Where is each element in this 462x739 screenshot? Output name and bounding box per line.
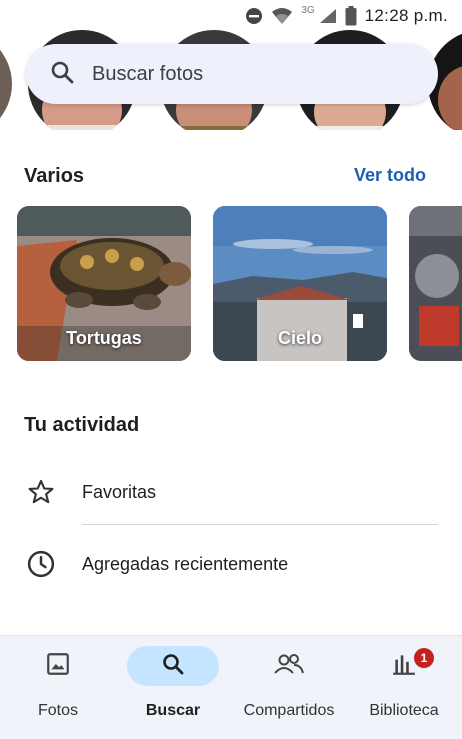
search-icon [161,652,185,681]
nav-pill-active [127,646,219,686]
section-title-activity: Tu actividad [24,414,140,436]
nav-pill [243,646,335,686]
clock-icon [26,549,56,579]
section-title-varios: Varios [24,165,85,187]
nav-item-fotos[interactable]: Fotos [12,636,104,739]
activity-item-label: Agregadas recientemente [82,553,289,574]
engine-image [409,206,462,361]
category-card-label: Cielo [277,328,322,348]
category-card-label: Tortugas [66,328,142,348]
category-card-tortugas[interactable]: Tortugas [17,206,191,361]
people-icon [273,651,305,682]
divider [82,524,438,525]
nav-pill [358,646,450,686]
nav-label: Fotos [37,702,78,719]
nav-pill [12,646,104,686]
search-icon [50,60,74,89]
notification-badge: 1 [414,648,434,668]
category-cards: Tortugas Cielo [17,206,462,362]
nav-item-biblioteca[interactable]: 1 Biblioteca [358,636,450,739]
nav-label: Biblioteca [369,702,439,719]
star-icon [26,477,56,507]
category-card-third[interactable] [409,206,462,361]
activity-item-favoritas[interactable]: Favoritas [0,462,462,522]
activity-item-recent[interactable]: Agregadas recientemente [0,534,462,594]
see-all-link[interactable]: Ver todo [354,165,426,186]
nav-label: Buscar [145,702,201,719]
category-card-cielo[interactable]: Cielo [213,206,387,361]
person-thumbnail[interactable] [0,30,12,130]
bottom-navigation: Fotos Buscar Compartidos 1 Biblioteca [0,635,462,739]
nav-item-compartidos[interactable]: Compartidos [236,636,342,739]
network-type-label: 3G [301,4,315,16]
nav-item-buscar[interactable]: Buscar [127,636,219,739]
photo-icon [45,651,71,682]
activity-item-label: Favoritas [82,481,157,502]
search-placeholder: Buscar fotos [92,62,204,85]
search-bar[interactable]: Buscar fotos [26,44,438,104]
nav-label: Compartidos [243,702,335,719]
